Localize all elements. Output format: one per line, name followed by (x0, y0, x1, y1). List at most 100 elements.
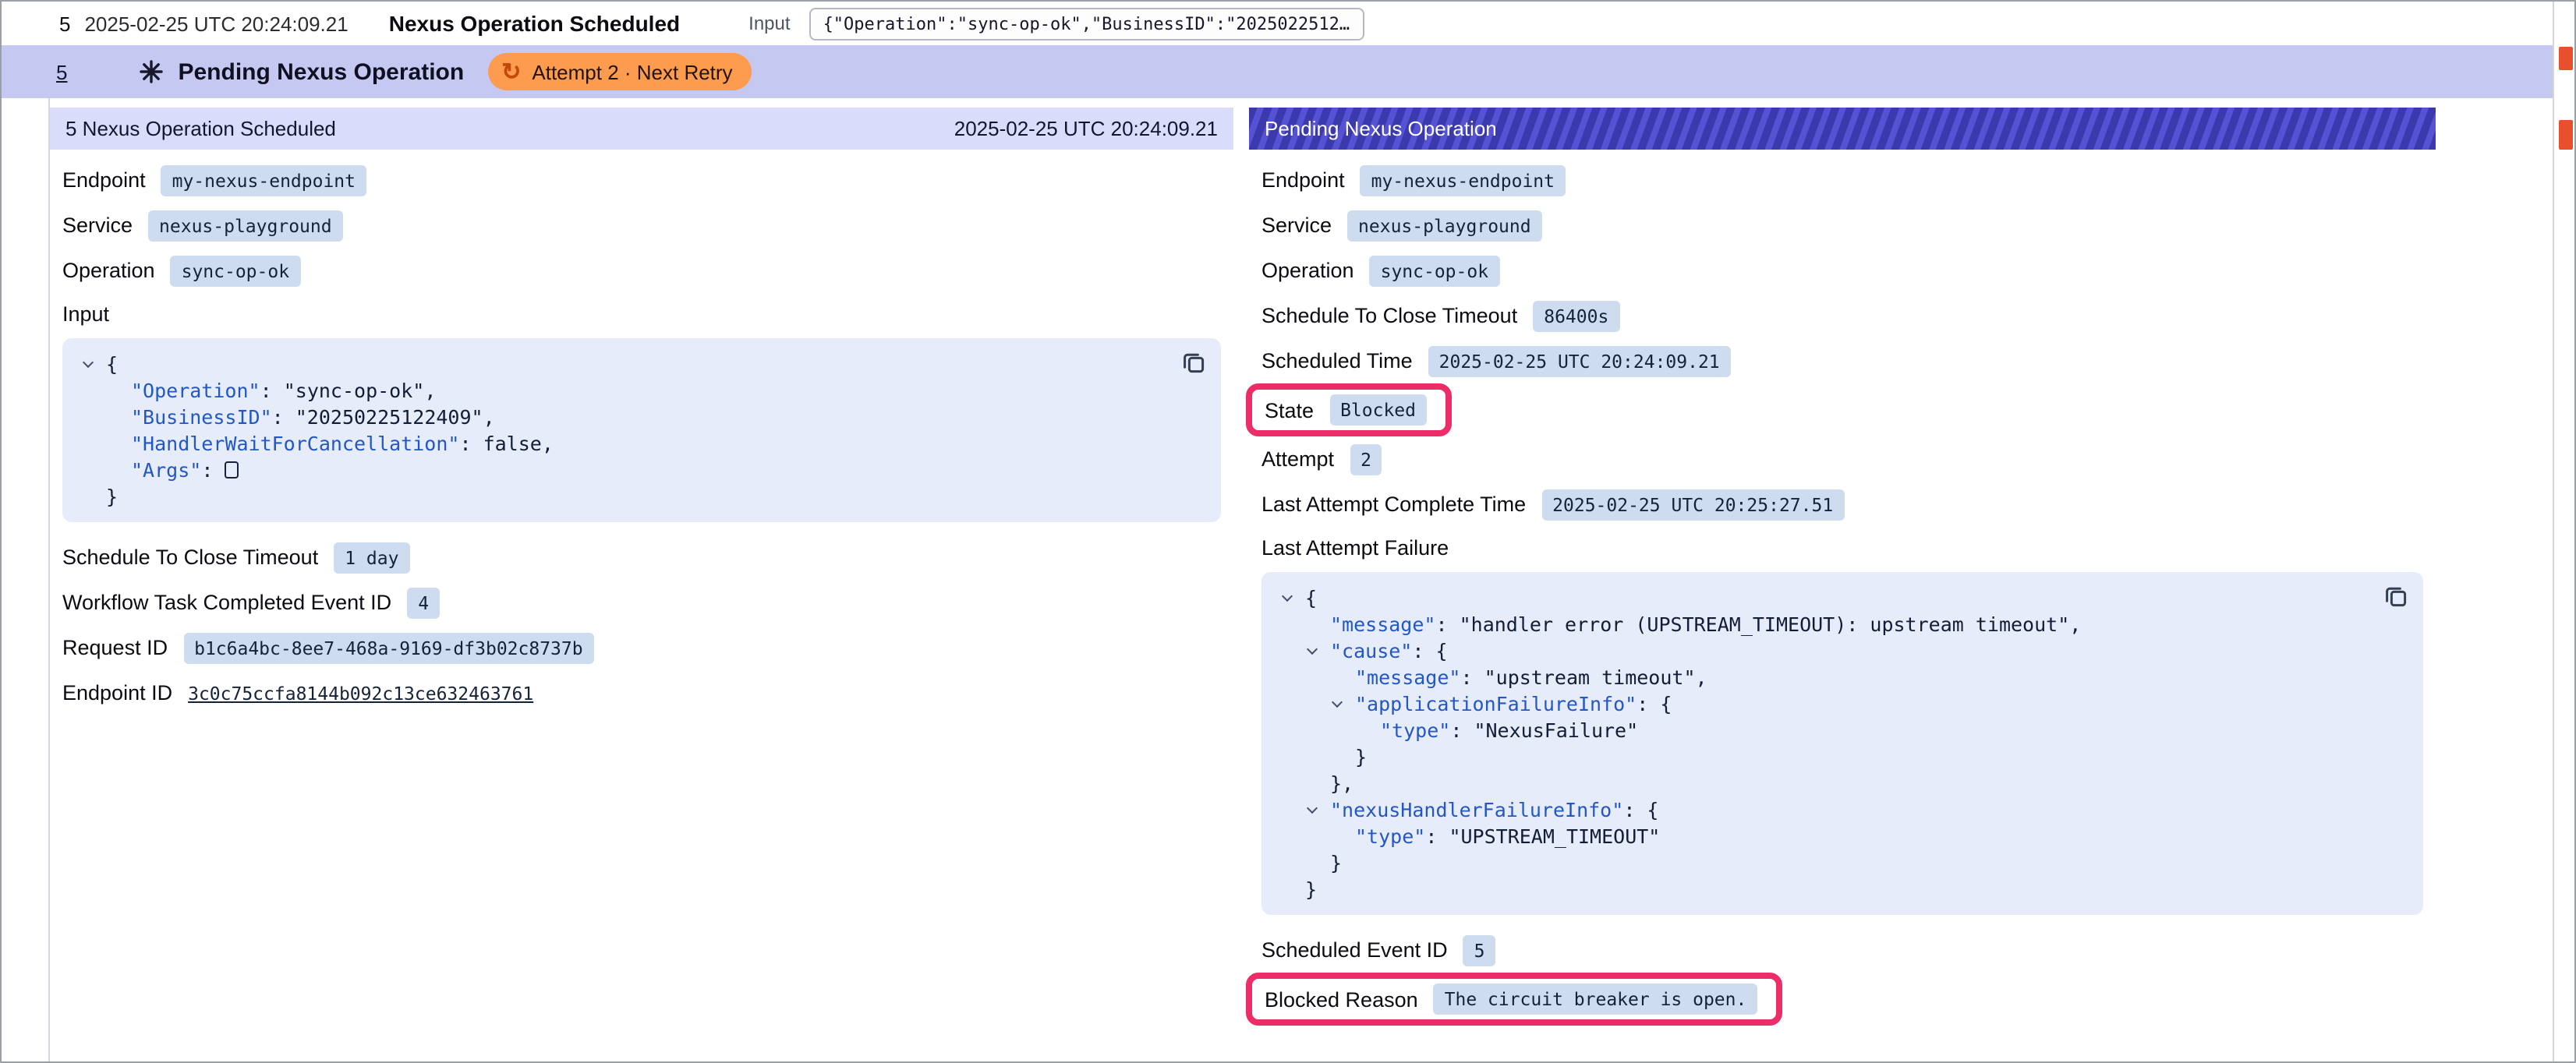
scrollbar-marker[interactable] (2559, 120, 2573, 150)
json-token: : (1450, 719, 1474, 742)
input-section-label: Input (50, 293, 1233, 335)
collapse-chevron-icon[interactable] (1307, 644, 1318, 655)
collapse-chevron-icon[interactable] (1282, 591, 1293, 602)
collapse-chevron-icon[interactable] (1332, 697, 1343, 708)
field-label: Service (62, 214, 133, 237)
pending-event-id-link[interactable]: 5 (56, 60, 67, 83)
pending-operation-header-title: Pending Nexus Operation (1265, 117, 1497, 140)
field-inner: Endpoint my-nexus-endpoint (1261, 164, 1566, 196)
field-inner: Attempt2 (1261, 443, 1382, 475)
field-label: Service (1261, 214, 1332, 237)
json-token: : (272, 405, 295, 429)
field-label: Blocked Reason (1265, 987, 1418, 1011)
field-label: Attempt (1261, 447, 1334, 471)
code-line: "message": "upstream timeout", (1280, 664, 2404, 690)
field-row-attempt: Attempt2 (1249, 436, 2436, 482)
annotation-highlight-box: StateBlocked (1246, 383, 1452, 436)
json-token: : { (1623, 798, 1658, 821)
json-token: : (1435, 613, 1459, 636)
field-label: Operation (1261, 259, 1354, 282)
json-token: : (459, 432, 483, 455)
event-id[interactable]: 5 (59, 12, 70, 35)
field-value-badge: 2025-02-25 UTC 20:24:09.21 (1428, 345, 1731, 376)
event-detail-header: 5 Nexus Operation Scheduled 2025-02-25 U… (50, 108, 1233, 150)
field-value-badge: The circuit breaker is open. (1434, 984, 1758, 1015)
temporal-event-history-view: 5 2025-02-25 UTC 20:24:09.21 Nexus Opera… (0, 0, 2576, 1063)
event-input-preview[interactable]: {"Operation":"sync-op-ok","BusinessID":"… (809, 7, 1364, 40)
json-token: "upstream timeout" (1484, 666, 1696, 689)
code-line: "message": "handler error (UPSTREAM_TIME… (1280, 611, 2404, 637)
json-token: "UPSTREAM_TIMEOUT" (1449, 825, 1660, 848)
code-line: }, (1280, 770, 2404, 796)
json-token: } (106, 485, 118, 508)
field-label: Endpoint (1261, 168, 1345, 192)
field-row-endpoint-id: Endpoint ID3c0c75ccfa8144b092c13ce632463… (50, 670, 1233, 715)
field-row-request-id: Request IDb1c6a4bc-8ee7-468a-9169-df3b02… (50, 625, 1233, 670)
code-line: { (81, 351, 1202, 377)
scrollbar-marker[interactable] (2559, 47, 2573, 70)
json-token: false (483, 432, 542, 455)
event-fields-bottom: Schedule To Close Timeout1 dayWorkflow T… (50, 535, 1233, 715)
code-line: "type": "NexusFailure" (1280, 717, 2404, 743)
code-line: "Operation": "sync-op-ok", (81, 377, 1202, 404)
field-label: Workflow Task Completed Event ID (62, 591, 391, 614)
pending-operation-row[interactable]: 5 Pending Nexus Operation ↻ Attempt 2 · … (2, 45, 2553, 98)
collapse-chevron-icon[interactable] (83, 357, 94, 368)
field-row-state: StateBlocked (1249, 383, 2436, 436)
json-key: "Args" (131, 458, 201, 482)
field-label: Scheduled Event ID (1261, 938, 1448, 962)
json-token: , (483, 405, 495, 429)
field-inner: Servicenexus-playground (1261, 210, 1542, 241)
field-label: Operation (62, 259, 155, 282)
json-key: "Operation" (131, 379, 260, 402)
code-line: "applicationFailureInfo": { (1280, 690, 2404, 717)
field-label: Last Attempt Complete Time (1261, 493, 1526, 516)
field-value-badge: b1c6a4bc-8ee7-468a-9169-df3b02c8737b (183, 632, 594, 663)
field-row-service: Service nexus-playground (50, 203, 1233, 248)
event-detail-content: Endpointmy-nexus-endpointServicenexus-pl… (50, 150, 1233, 715)
field-value-badge: sync-op-ok (171, 255, 301, 286)
json-token: , (1696, 666, 1707, 689)
scrollbar-track-line (2553, 2, 2554, 1061)
retry-badge-label: Attempt 2 · Next Retry (532, 60, 732, 83)
failure-json-viewer: {"message": "handler error (UPSTREAM_TIM… (1261, 572, 2423, 915)
empty-array-icon (225, 461, 239, 479)
json-key: "type" (1355, 825, 1425, 848)
pending-fields-bottom: Scheduled Event ID5Blocked ReasonThe cir… (1249, 927, 2436, 1026)
pending-operation-content: Endpoint my-nexus-endpoint Servicenexus-pl… (1249, 150, 2436, 1026)
event-input-label: Input (748, 12, 790, 34)
field-value-link[interactable]: 3c0c75ccfa8144b092c13ce632463761 (188, 682, 533, 704)
retry-attempt-badge: ↻ Attempt 2 · Next Retry (487, 53, 751, 90)
json-token: "handler error (UPSTREAM_TIMEOUT): upstr… (1460, 613, 2070, 636)
field-inner: Schedule To Close Timeout86400s (1261, 300, 1619, 331)
json-token: }, (1330, 772, 1353, 795)
field-value-badge: Blocked (1329, 394, 1427, 426)
pending-operation-title: Pending Nexus Operation (178, 58, 464, 85)
code-line: "nexusHandlerFailureInfo": { (1280, 796, 2404, 823)
code-line: "type": "UPSTREAM_TIMEOUT" (1280, 823, 2404, 849)
json-key: "message" (1330, 613, 1435, 636)
json-token: : { (1637, 692, 1672, 715)
field-row-operation: Operation sync-op-ok (50, 248, 1233, 293)
field-inner: Request IDb1c6a4bc-8ee7-468a-9169-df3b02… (62, 632, 594, 663)
json-token: : { (1412, 639, 1447, 662)
field-row-endpoint: Endpoint my-nexus-endpoint (1249, 157, 2436, 203)
json-token: "sync-op-ok" (284, 379, 425, 402)
collapse-chevron-icon[interactable] (1307, 803, 1318, 814)
field-value-badge: nexus-playground (148, 210, 343, 241)
code-line: "Args": (81, 457, 1202, 483)
input-json-viewer: {"Operation": "sync-op-ok","BusinessID":… (62, 338, 1221, 522)
pending-operation-panel: Pending Nexus Operation Endpoint my-nexus… (1249, 108, 2436, 1026)
field-label: Schedule To Close Timeout (62, 546, 318, 569)
field-inner: Last Attempt Complete Time2025-02-25 UTC… (1261, 489, 1844, 520)
field-label: Scheduled Time (1261, 349, 1413, 373)
code-line: } (1280, 743, 2404, 770)
field-row-service: Servicenexus-playground (1249, 203, 2436, 248)
field-row-blocked-reason: Blocked Reason The circuit breaker is ope… (1249, 973, 2436, 1026)
field-value-badge: my-nexus-endpoint (1361, 164, 1566, 196)
event-row[interactable]: 5 2025-02-25 UTC 20:24:09.21 Nexus Opera… (2, 2, 2553, 45)
field-row-last-attempt-complete-time: Last Attempt Complete Time2025-02-25 UTC… (1249, 482, 2436, 527)
json-token: , (542, 432, 554, 455)
field-value-badge: 4 (407, 587, 440, 618)
json-key: "type" (1380, 719, 1450, 742)
